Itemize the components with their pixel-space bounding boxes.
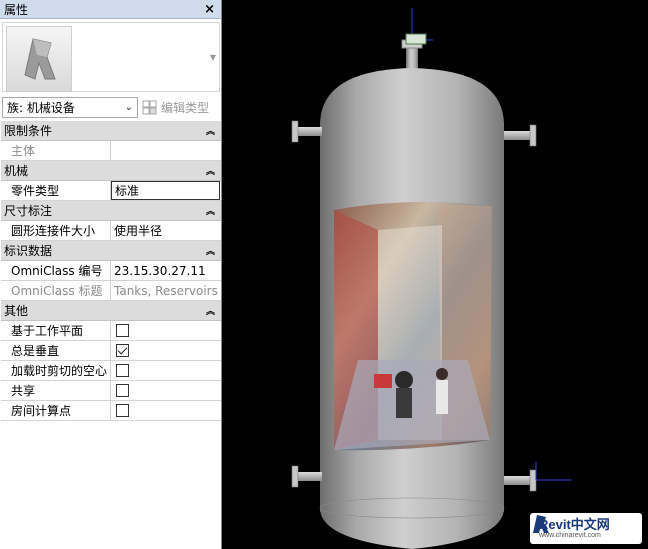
property-row-connector-size: 圆形连接件大小 使用半径	[1, 221, 221, 241]
property-label: 基于工作平面	[1, 321, 111, 340]
section-title: 机械	[4, 164, 29, 178]
revit-watermark: Revit中文网 www.chinarevit.com	[530, 513, 642, 544]
checkbox[interactable]	[116, 404, 129, 417]
property-value	[111, 381, 221, 400]
nozzle-left-lower	[296, 472, 322, 481]
property-label: 零件类型	[1, 181, 111, 200]
decal-image	[334, 201, 492, 451]
property-label: 共享	[1, 381, 111, 400]
property-row-checkbox: 共享	[1, 381, 221, 401]
type-selector-preview[interactable]: ▼	[2, 22, 220, 92]
family-row: 族: 机械设备 ⌄ 编辑类型	[2, 96, 220, 118]
property-row-part-type: 零件类型 标准	[1, 181, 221, 201]
checkbox[interactable]	[116, 344, 129, 357]
vessel-model[interactable]	[228, 0, 648, 549]
property-label: OmniClass 编号	[1, 261, 111, 280]
property-label: 房间计算点	[1, 401, 111, 420]
collapse-icon[interactable]: ︽	[206, 304, 215, 317]
section-other[interactable]: 其他 ︽	[1, 301, 221, 321]
properties-palette: 属性 × ▼ 族: 机械设备 ⌄ 编辑类型 限制条件 ︽ 主体 机械 ︽ 零件类…	[0, 0, 222, 549]
section-mechanical[interactable]: 机械 ︽	[1, 161, 221, 181]
property-row-omniclass-number: OmniClass 编号 23.15.30.27.11	[1, 261, 221, 281]
property-value	[111, 401, 221, 420]
connector-size-field[interactable]: 使用半径	[111, 221, 221, 240]
property-row-omniclass-title: OmniClass 标题 Tanks, Reservoirs	[1, 281, 221, 301]
property-label: 加载时剪切的空心	[1, 361, 111, 380]
top-dome	[320, 68, 504, 125]
omniclass-title-value: Tanks, Reservoirs	[114, 283, 218, 298]
edit-type-label: 编辑类型	[161, 100, 210, 115]
collapse-icon[interactable]: ︽	[206, 124, 215, 137]
section-dimensions[interactable]: 尺寸标注 ︽	[1, 201, 221, 221]
property-value	[111, 341, 221, 360]
property-value	[111, 141, 221, 160]
property-value	[111, 321, 221, 340]
property-label: 圆形连接件大小	[1, 221, 111, 240]
collapse-icon[interactable]: ︽	[206, 244, 215, 257]
section-title: 限制条件	[4, 124, 53, 138]
preview-dropdown-icon[interactable]: ▼	[210, 53, 216, 62]
revit-logo-icon	[533, 515, 549, 533]
property-label: OmniClass 标题	[1, 281, 111, 300]
nozzle-right-lower	[504, 476, 532, 485]
close-icon[interactable]: ×	[204, 3, 215, 16]
omniclass-number-field[interactable]: 23.15.30.27.11	[111, 261, 221, 280]
nozzle-left-upper	[296, 127, 322, 136]
edit-type-button[interactable]: 编辑类型	[142, 99, 209, 116]
checkbox[interactable]	[116, 324, 129, 337]
part-type-field[interactable]: 标准	[111, 181, 220, 200]
property-row-checkbox: 加载时剪切的空心	[1, 361, 221, 381]
palette-title: 属性	[4, 2, 29, 17]
nozzle-right-upper	[504, 131, 532, 140]
top-flange-highlight	[405, 33, 427, 45]
bottom-dome	[320, 508, 504, 549]
checkbox[interactable]	[116, 364, 129, 377]
collapse-icon[interactable]: ︽	[206, 164, 215, 177]
section-title: 尺寸标注	[4, 204, 53, 218]
property-grid: 限制条件 ︽ 主体 机械 ︽ 零件类型 标准 尺寸标注 ︽ 圆形连接件大小 使用…	[1, 121, 221, 421]
collapse-icon[interactable]: ︽	[206, 204, 215, 217]
section-constraints[interactable]: 限制条件 ︽	[1, 121, 221, 141]
chevron-down-icon: ⌄	[124, 101, 133, 113]
section-title: 标识数据	[4, 244, 53, 258]
property-row-checkbox: 房间计算点	[1, 401, 221, 421]
section-identity-data[interactable]: 标识数据 ︽	[1, 241, 221, 261]
palette-titlebar: 属性 ×	[0, 0, 221, 19]
family-filter-select[interactable]: 族: 机械设备 ⌄	[2, 96, 138, 118]
property-row-checkbox: 基于工作平面	[1, 321, 221, 341]
3d-viewport[interactable]: Revit中文网 www.chinarevit.com	[228, 0, 648, 549]
property-value	[111, 361, 221, 380]
section-title: 其他	[4, 304, 29, 318]
property-label: 主体	[1, 141, 111, 160]
property-row-checkbox: 总是垂直	[1, 341, 221, 361]
checkbox[interactable]	[116, 384, 129, 397]
edit-type-icon	[142, 100, 157, 114]
family-filter-value: 族: 机械设备	[7, 100, 75, 115]
property-row-host: 主体	[1, 141, 221, 161]
family-thumbnail	[6, 26, 72, 92]
property-label: 总是垂直	[1, 341, 111, 360]
